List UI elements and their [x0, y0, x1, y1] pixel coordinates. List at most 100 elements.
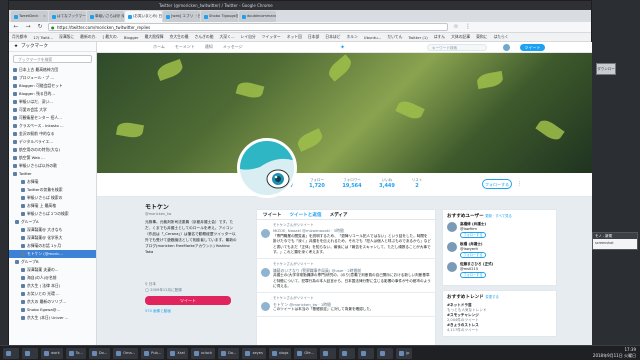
sidebar-item[interactable]: クラスペース - Inkasto ...: [9, 122, 96, 130]
taskbar-item[interactable]: jp: [396, 347, 413, 359]
sidebar-item[interactable]: デジタルバライエ...: [9, 138, 96, 146]
nav-tweet-button[interactable]: ツイート: [520, 44, 545, 51]
tweet-item[interactable]: モトケンさんがリツイート 嫌疑のいさなり (警察職事件局員) @user · 2時…: [257, 259, 435, 294]
taskbar-item[interactable]: [3, 347, 19, 359]
twitter-bird-icon[interactable]: ✦: [340, 44, 347, 51]
taskbar-item[interactable]: [339, 347, 356, 359]
sidebar-item[interactable]: プロジュール・プ ...: [9, 74, 96, 82]
download-button[interactable]: ダウンロード: [596, 63, 616, 82]
bookmark-bar-item[interactable]: [ 最大の.: [103, 34, 118, 40]
profile-tweet-button[interactable]: ツイート: [145, 296, 231, 305]
bookmark-bar-item[interactable]: 月光都市: [12, 34, 27, 40]
taskbar-item[interactable]: [358, 347, 375, 359]
menu-icon[interactable]: ⋮: [464, 23, 472, 31]
nav-notifications[interactable]: 通知: [205, 44, 213, 50]
bookmark-bar-item[interactable]: 最新の方.: [80, 34, 96, 40]
more-options-icon[interactable]: ⋮: [517, 181, 522, 187]
bookmark-bar-item[interactable]: ネット回: [287, 34, 302, 40]
sidebar-item[interactable]: Blogger: 残る目的...: [9, 90, 96, 98]
trend-item[interactable]: #ネットドラ芸 もっとも人気なトレンド: [447, 303, 552, 313]
taskbar-item[interactable]: xclock: [190, 347, 216, 359]
sidebar-item[interactable]: 京大生 (本日) Univer ...: [9, 314, 96, 322]
sidebar-item[interactable]: 京大の 最新のソリブ...: [9, 298, 96, 306]
sidebar-item[interactable]: Twitterの気象を検索: [9, 186, 96, 194]
nav-moments[interactable]: モーメント: [175, 44, 195, 50]
browser-tab[interactable]: (お笑いまとめ) 日本気象×: [125, 11, 162, 22]
sidebar-item[interactable]: Shobo Egawa@...: [9, 306, 96, 314]
sidebar-item[interactable]: お揮毫: [9, 178, 96, 186]
bookmark-bar-item[interactable]: 深澤版に: [59, 34, 74, 40]
account-avatar[interactable]: [503, 44, 510, 51]
bookmark-bar-item[interactable]: 京大生の最: [170, 34, 189, 40]
photos-videos-link[interactable]: 570 画像と動画: [145, 309, 237, 314]
sidebar-item[interactable]: Twitter: [9, 170, 96, 178]
tweet-item[interactable]: モトケンさんがリツイート MIZOE, Naoaki @mizoenaoaki ·…: [257, 220, 435, 260]
tweet-item[interactable]: モトケンさんがリツイート モトケン @moricken_tw · 1時間 このツイー…: [257, 293, 435, 317]
bookmark-bar-item[interactable]: 大体の記事: [451, 34, 470, 40]
tab-tweets[interactable]: ツイート: [263, 212, 281, 218]
sidebar-item[interactable]: 単級いさらば 検索の: [9, 194, 96, 202]
taskbar-item[interactable]: Oma...: [113, 347, 139, 359]
sidebar-item[interactable]: 可愛の会話 大学: [9, 106, 96, 114]
sidebar-item[interactable]: 可観衛星センター 招人...: [9, 114, 96, 122]
follow-button[interactable]: フォローする: [460, 232, 486, 238]
follow-button[interactable]: フォローする: [460, 272, 486, 278]
forward-icon[interactable]: →: [24, 23, 32, 31]
bookmark-bar-item[interactable]: 17/ Twitt...: [33, 35, 53, 40]
sidebar-item[interactable]: グループA: [9, 218, 96, 226]
back-icon[interactable]: ←: [12, 23, 20, 31]
bookmark-bar-item[interactable]: 日本部: [308, 34, 319, 40]
taskbar-item[interactable]: Pub...: [141, 347, 165, 359]
recommended-refresh-link[interactable]: 更新 · すべて見る: [485, 214, 512, 218]
bookmark-bar-item[interactable]: だいてん: [387, 34, 402, 40]
taskbar-item[interactable]: [377, 347, 394, 359]
sidebar-item[interactable]: 深澤製薬@ 大きなも: [9, 226, 96, 234]
bookmark-bar-item[interactable]: 最大限保障: [145, 34, 164, 40]
sidebar-search-input[interactable]: ブックマークを検索: [13, 55, 92, 63]
browser-tab[interactable]: はてなブックマーク - ferianc×: [49, 11, 86, 22]
system-clock[interactable]: 17:39 2018年9月11日 火曜日: [593, 347, 636, 359]
sidebar-item[interactable]: 深澤製薬@ 化学系大: [9, 234, 96, 242]
profile-stat[interactable]: リスト 2: [402, 178, 432, 189]
bookmark-bar-item[interactable]: Twitter (1): [408, 35, 427, 40]
profile-avatar[interactable]: [237, 138, 297, 198]
bookmark-bar-item[interactable]: 大深く...: [220, 34, 235, 40]
sidebar-item[interactable]: 航空用ののの特別(大な): [9, 146, 96, 154]
bookmark-bar-item[interactable]: ツイッター: [262, 34, 281, 40]
twitter-search-input[interactable]: キーワード検索: [427, 44, 487, 51]
sidebar-item[interactable]: 日本上古 最高格神力団: [9, 66, 96, 74]
bookmark-bar-item[interactable]: はたらく: [493, 34, 508, 40]
sidebar-item[interactable]: 海自(の人)@名前: [9, 274, 96, 282]
sidebar-item[interactable]: 深澤製薬 夫妻の...: [9, 266, 96, 274]
tweet-avatar[interactable]: [261, 302, 270, 312]
star-icon[interactable]: ☆: [452, 23, 460, 31]
taskbar-item[interactable]: xeyes: [242, 347, 266, 359]
trend-item[interactable]: #きょうのストレス 4,117件のツイート: [447, 323, 552, 333]
browser-tab[interactable]: [web] エプリ ・日本気象×: [163, 11, 200, 22]
sidebar-item[interactable]: 単級いはだ、深い...: [9, 98, 96, 106]
sidebar-item[interactable]: お揮毫 上 最高格: [9, 202, 96, 210]
sidebar-item[interactable]: モトケン (@moric...: [9, 250, 96, 258]
bookmark-bar-item[interactable]: レイ自分: [241, 34, 256, 40]
sidebar-item[interactable]: 単級いさらば以外の歌: [9, 162, 96, 170]
user-avatar[interactable]: [447, 242, 457, 252]
bookmark-bar-item[interactable]: 東和に: [476, 34, 487, 40]
taskbar-item[interactable]: To...: [65, 347, 86, 359]
user-avatar[interactable]: [447, 262, 457, 272]
close-icon[interactable]: ×: [43, 11, 46, 22]
profile-stat[interactable]: フォロー 1,720: [302, 178, 332, 189]
trends-change-link[interactable]: 変更する: [485, 295, 499, 299]
sidebar-item[interactable]: 航空第 Web ...: [9, 154, 96, 162]
tweet-avatar[interactable]: [261, 229, 270, 238]
tab-tweets-replies[interactable]: ツイートと返信: [289, 212, 321, 218]
sidebar-item[interactable]: 単級いさらば 2つの検索: [9, 210, 96, 218]
browser-tab[interactable]: 単級いさらば@ 深い×: [87, 11, 124, 22]
bookmark-bar-item[interactable]: さんぎの能: [195, 34, 214, 40]
tweet-avatar[interactable]: [261, 268, 270, 278]
reload-icon[interactable]: ↻: [36, 23, 44, 31]
sidebar-item[interactable]: 金沢の駅前 中的なる: [9, 130, 96, 138]
nav-home[interactable]: ホーム: [153, 44, 165, 50]
browser-tab[interactable]: doublecommander 日本語×: [239, 11, 276, 22]
taskbar-item[interactable]: Do...: [218, 347, 240, 359]
sidebar-item[interactable]: お揮毫のお話 1ヶ月: [9, 242, 96, 250]
